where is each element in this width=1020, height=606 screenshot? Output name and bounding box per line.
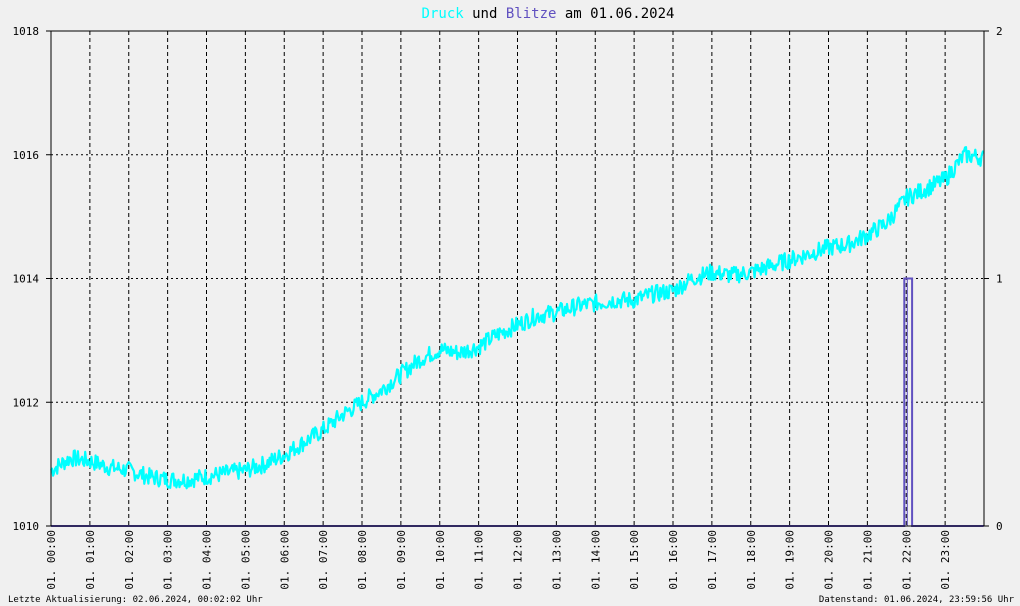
x-tick-label: 01. 10:00	[434, 530, 447, 590]
x-tick-label: 01. 04:00	[201, 530, 214, 590]
left-tick-label: 1010	[13, 520, 40, 533]
footer-last-update: Letzte Aktualisierung: 02.06.2024, 00:02…	[8, 595, 263, 605]
left-axis-ticks: 1010 1012 1014 1016 1018	[13, 25, 51, 533]
x-tick-label: 01. 01:00	[84, 530, 97, 590]
left-tick-label: 1018	[13, 25, 40, 38]
x-tick-label: 01. 18:00	[745, 530, 758, 590]
x-tick-label: 01. 17:00	[706, 530, 719, 590]
grid	[51, 31, 984, 526]
chart-title: Druck und Blitze am 01.06.2024	[422, 6, 675, 22]
x-tick-label: 01. 00:00	[45, 530, 58, 590]
right-axis-ticks: 0 1 2	[984, 25, 1003, 533]
left-tick-label: 1012	[13, 396, 40, 409]
x-tick-label: 01. 03:00	[162, 530, 175, 590]
x-tick-label: 01. 19:00	[784, 530, 797, 590]
footer-data-state: Datenstand: 01.06.2024, 23:59:56 Uhr	[819, 595, 1015, 605]
title-series-blitze: Blitze	[506, 6, 557, 22]
right-tick-label: 0	[996, 520, 1003, 533]
x-tick-label: 01. 13:00	[550, 530, 563, 590]
x-tick-label: 01. 09:00	[395, 530, 408, 590]
chart: Druck und Blitze am 01.06.2024 101010121…	[8, 6, 1015, 605]
x-tick-label: 01. 02:00	[123, 530, 136, 590]
right-tick-label: 1	[996, 273, 1003, 286]
x-tick-label: 01. 14:00	[589, 530, 602, 590]
x-tick-label: 01. 23:00	[939, 530, 952, 590]
title-date: am 01.06.2024	[556, 6, 674, 22]
x-tick-label: 01. 08:00	[356, 530, 369, 590]
title-connector: und	[464, 6, 506, 22]
series-layer	[50, 146, 985, 527]
x-tick-label: 01. 12:00	[512, 530, 525, 590]
x-tick-label: 01. 16:00	[667, 530, 680, 590]
x-tick-label: 01. 22:00	[900, 530, 913, 590]
x-tick-label: 01. 11:00	[473, 530, 486, 590]
left-tick-label: 1014	[13, 273, 40, 286]
left-tick-label: 1016	[13, 149, 40, 162]
x-tick-label: 01. 07:00	[317, 530, 330, 590]
x-tick-label: 01. 20:00	[823, 530, 836, 590]
x-tick-label: 01. 21:00	[861, 530, 874, 590]
x-axis-ticks: 01. 00:00 01. 01:00 01. 02:00 01. 03:00 01. …	[45, 530, 952, 590]
x-tick-label: 01. 15:00	[628, 530, 641, 590]
title-series-druck: Druck	[422, 6, 465, 22]
right-tick-label: 2	[996, 25, 1003, 38]
x-tick-label: 01. 05:00	[239, 530, 252, 590]
x-tick-label: 01. 06:00	[278, 530, 291, 590]
